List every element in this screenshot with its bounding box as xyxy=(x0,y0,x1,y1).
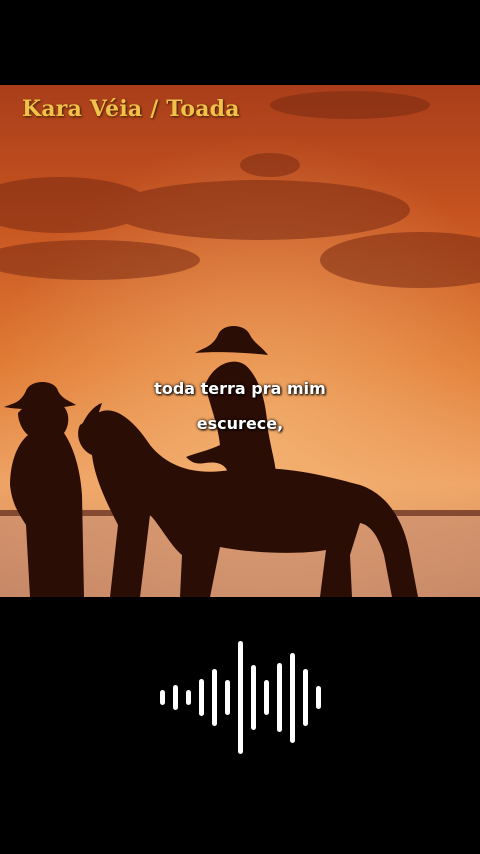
video-title: Kara Véia / Toada xyxy=(22,96,240,122)
sound-wave-bar xyxy=(212,669,217,726)
sound-wave-bar xyxy=(316,686,321,709)
sunset-cowboys-silhouette-image xyxy=(0,85,480,597)
sound-wave-bar xyxy=(173,685,178,710)
sound-wave-bar xyxy=(303,669,308,726)
sound-wave-bar xyxy=(290,652,295,743)
sound-wave-bar xyxy=(238,641,243,754)
video-stage[interactable]: Kara Véia / Toada toda terra pra mim esc… xyxy=(0,0,480,854)
lyric-line-2: escurece, xyxy=(196,414,284,433)
sound-wave-bar xyxy=(186,690,191,705)
sound-wave-bar xyxy=(199,678,204,717)
sound-wave-bar xyxy=(251,665,256,730)
sound-wave-bar xyxy=(264,680,269,715)
sound-wave-bar xyxy=(277,663,282,732)
sound-wave-bar xyxy=(225,680,230,715)
lyric-line-1: toda terra pra mim xyxy=(154,379,326,398)
sound-wave-bar xyxy=(160,690,165,705)
sound-wave-icon xyxy=(155,635,325,760)
